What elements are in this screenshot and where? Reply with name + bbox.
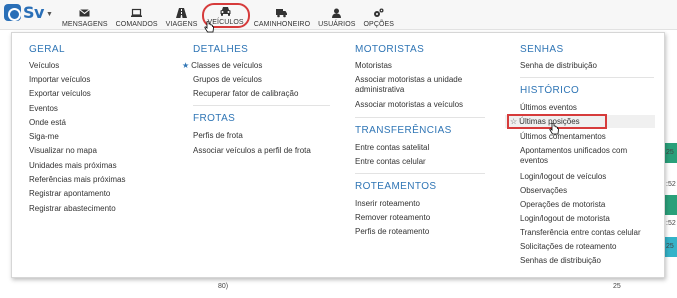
- truck-icon: [276, 9, 288, 18]
- menu-item-veiculos[interactable]: Veículos: [29, 61, 59, 71]
- menu-item-registrar-apontamento[interactable]: Registrar apontamento: [29, 189, 110, 199]
- menu-item-visualizar-no-mapa[interactable]: Visualizar no mapa: [29, 146, 97, 156]
- section-title-transferencias: TRANSFERÊNCIAS: [355, 125, 452, 136]
- menu-item-recuperar-fator[interactable]: Recuperar fator de calibração: [193, 89, 298, 99]
- section-title-senhas: SENHAS: [520, 44, 564, 55]
- nav-label: CAMINHONEIRO: [253, 21, 311, 28]
- menu-item-registrar-abastecimento[interactable]: Registrar abastecimento: [29, 204, 116, 214]
- bg-cell-text: :52: [666, 220, 676, 227]
- menu-item-ultimos-eventos[interactable]: Últimos eventos: [520, 103, 577, 113]
- user-icon: [332, 8, 342, 18]
- section-divider: [355, 117, 485, 118]
- menu-item-contas-satelital[interactable]: Entre contas satelital: [355, 143, 429, 153]
- section-divider: [520, 77, 654, 78]
- nav-usuarios[interactable]: USUÁRIOS: [314, 0, 359, 30]
- bg-cell-text: :52: [666, 181, 676, 188]
- nav-viagens[interactable]: VIAGENS: [162, 0, 202, 30]
- menu-item-login-logout-motorista[interactable]: Login/logout de motorista: [520, 214, 610, 224]
- road-icon: [176, 8, 188, 18]
- logo-text: Sv: [23, 3, 44, 22]
- bg-status-cell: [664, 195, 677, 215]
- nav-label: USUÁRIOS: [318, 21, 356, 28]
- section-title-detalhes: DETALHES: [193, 44, 249, 55]
- menu-item-perfis-roteamento[interactable]: Perfis de roteamento: [355, 227, 429, 237]
- section-title-geral: GERAL: [29, 44, 65, 55]
- menu-item-perfis-de-frota[interactable]: Perfis de frota: [193, 131, 243, 141]
- menu-item-associar-motoristas-unidade[interactable]: Associar motoristas a unidade administra…: [355, 75, 485, 95]
- menu-item-referencias-proximas[interactable]: Referências mais próximas: [29, 175, 125, 185]
- vehicles-mega-menu: GERAL Veículos Importar veículos Exporta…: [11, 32, 665, 278]
- menu-item-associar-motoristas-veiculos[interactable]: Associar motoristas a veículos: [355, 100, 463, 110]
- app-logo[interactable]: Sv ▼: [4, 3, 53, 22]
- menu-item-senhas-distribuicao[interactable]: Senhas de distribuição: [520, 256, 601, 266]
- menu-item-label: Classes de veículos: [191, 61, 263, 70]
- car-icon: [220, 7, 231, 16]
- section-title-frotas: FROTAS: [193, 113, 236, 124]
- menu-item-transferencia-contas-celular[interactable]: Transferência entre contas celular: [520, 228, 641, 238]
- bg-cell-text: 25: [666, 243, 674, 250]
- hand-cursor-icon: [204, 21, 214, 33]
- menu-item-apontamentos-unificados[interactable]: Apontamentos unificados com eventos: [520, 146, 654, 166]
- menu-item-operacoes-motorista[interactable]: Operações de motorista: [520, 200, 605, 210]
- bg-cell-text: 80): [218, 283, 229, 290]
- section-title-motoristas: MOTORISTAS: [355, 44, 425, 55]
- menu-item-classes-de-veiculos[interactable]: ★ Classes de veículos: [182, 61, 262, 71]
- menu-item-contas-celular[interactable]: Entre contas celular: [355, 157, 426, 167]
- menu-item-remover-roteamento[interactable]: Remover roteamento: [355, 213, 430, 223]
- menu-item-ultimos-comentamentos[interactable]: Últimos comentamentos: [520, 132, 606, 142]
- top-navbar: Sv ▼ MENSAGENS COMANDOS VIAGENS VEÍCULOS…: [0, 0, 677, 30]
- menu-item-onde-esta[interactable]: Onde está: [29, 118, 66, 128]
- nav-caminhoneiro[interactable]: CAMINHONEIRO: [250, 0, 314, 30]
- hand-cursor-icon: [549, 123, 559, 135]
- envelope-icon: [79, 9, 91, 17]
- menu-item-solicitacoes-roteamento[interactable]: Solicitações de roteamento: [520, 242, 617, 252]
- menu-item-exportar-veiculos[interactable]: Exportar veículos: [29, 89, 91, 99]
- section-divider: [193, 105, 330, 106]
- main-nav: MENSAGENS COMANDOS VIAGENS VEÍCULOS CAMI…: [58, 0, 398, 30]
- nav-comandos[interactable]: COMANDOS: [112, 0, 162, 30]
- gears-icon: [374, 8, 384, 17]
- section-title-roteamentos: ROTEAMENTOS: [355, 181, 437, 192]
- nav-label: VIAGENS: [165, 21, 198, 28]
- nav-label: COMANDOS: [115, 21, 158, 28]
- nav-mensagens[interactable]: MENSAGENS: [58, 0, 112, 30]
- bg-cell-text: 25: [613, 283, 621, 290]
- menu-item-grupos-de-veiculos[interactable]: Grupos de veículos: [193, 75, 262, 85]
- menu-item-motoristas[interactable]: Motoristas: [355, 61, 392, 71]
- laptop-icon: [131, 8, 143, 17]
- logo-icon: [4, 4, 21, 21]
- nav-label: OPÇÕES: [363, 21, 395, 28]
- menu-item-eventos[interactable]: Eventos: [29, 104, 58, 114]
- menu-item-associar-veiculos-frota[interactable]: Associar veículos a perfil de frota: [193, 146, 311, 156]
- bg-cell-text: 25: [666, 149, 674, 156]
- section-title-historico: HISTÓRICO: [520, 85, 580, 96]
- menu-item-inserir-roteamento[interactable]: Inserir roteamento: [355, 199, 420, 209]
- star-outline-icon[interactable]: ☆: [510, 117, 517, 126]
- menu-item-ultimas-posicoes[interactable]: ☆ Últimas posições: [510, 117, 580, 127]
- nav-label: MENSAGENS: [62, 21, 108, 28]
- section-divider: [355, 173, 485, 174]
- menu-item-importar-veiculos[interactable]: Importar veículos: [29, 75, 90, 85]
- nav-opcoes[interactable]: OPÇÕES: [360, 0, 399, 30]
- menu-item-observacoes[interactable]: Observações: [520, 186, 567, 196]
- chevron-down-icon: ▼: [45, 11, 53, 18]
- menu-item-login-logout-veiculos[interactable]: Login/logout de veículos: [520, 172, 606, 182]
- menu-item-siga-me[interactable]: Siga-me: [29, 132, 59, 142]
- star-icon: ★: [182, 61, 190, 70]
- menu-item-senha-distribuicao[interactable]: Senha de distribuição: [520, 61, 597, 71]
- menu-item-unidades-proximas[interactable]: Unidades mais próximas: [29, 161, 117, 171]
